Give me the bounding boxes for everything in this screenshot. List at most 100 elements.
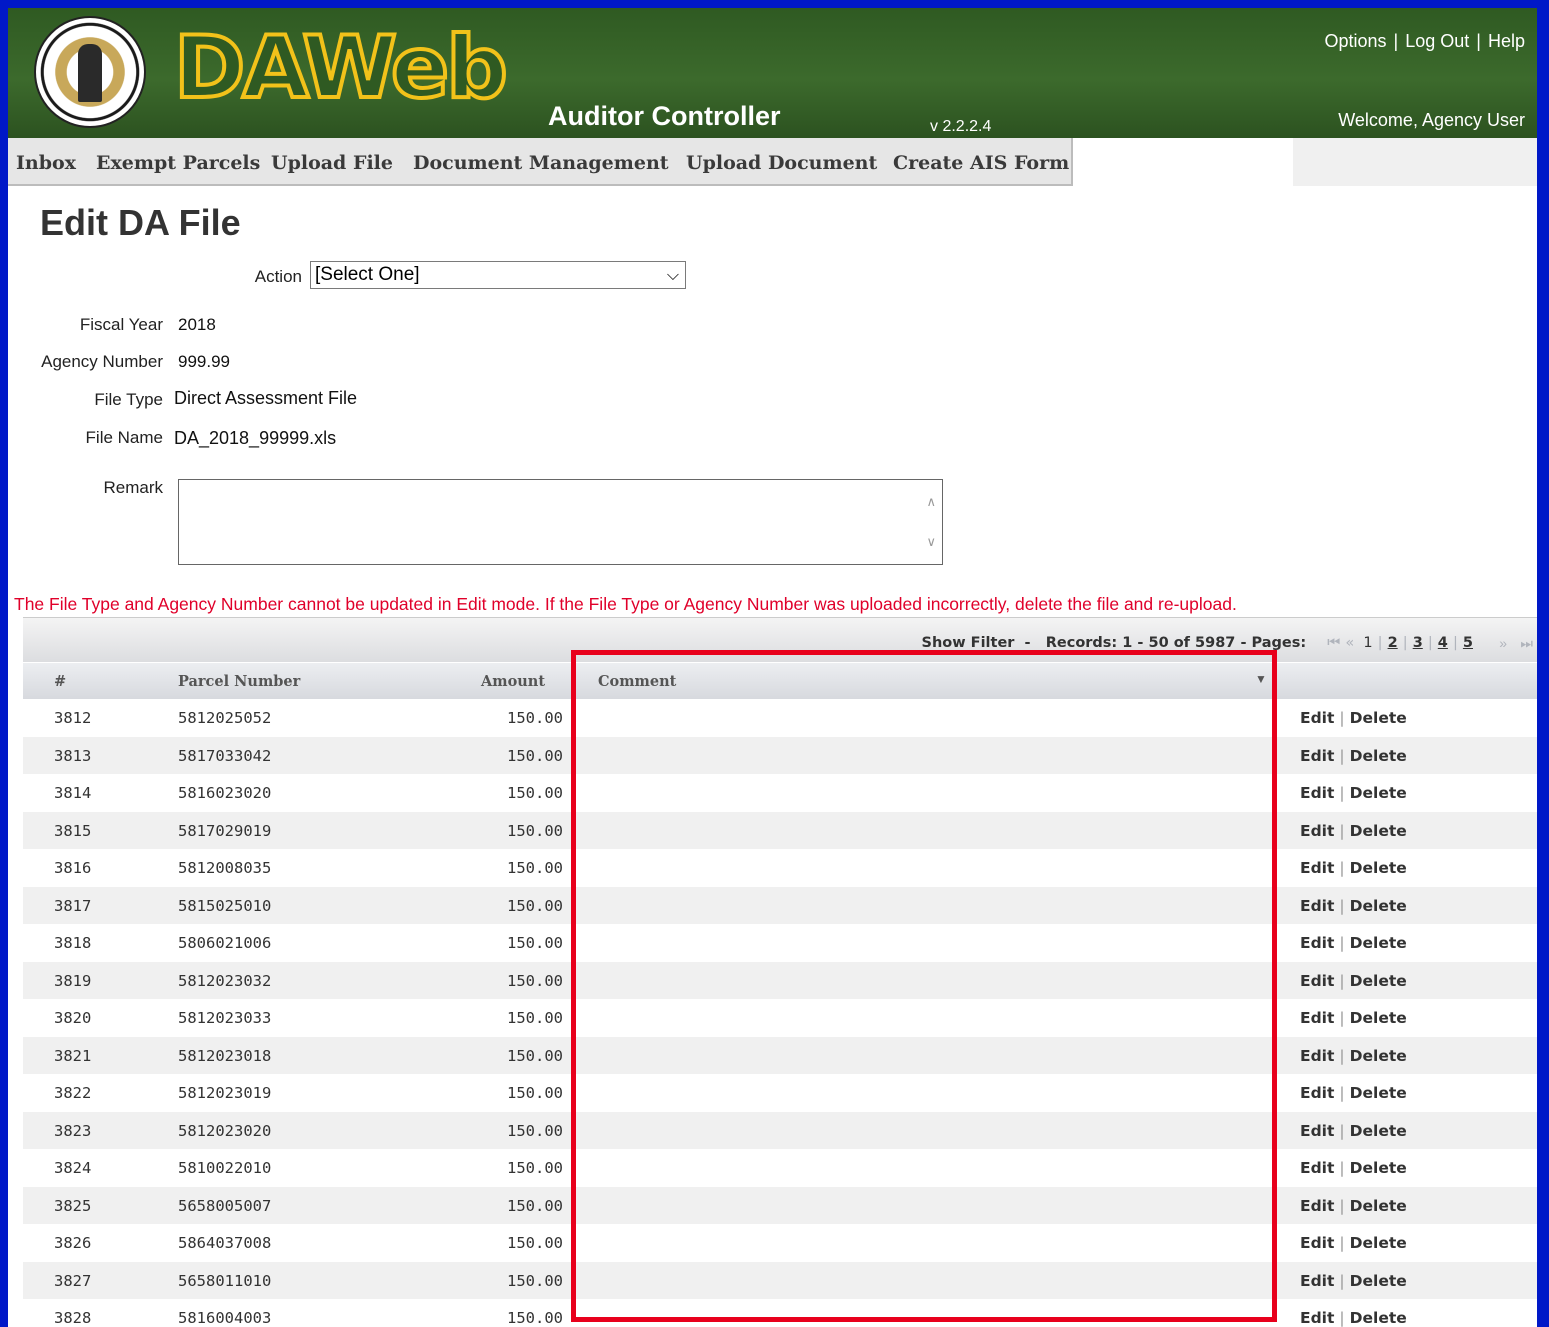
delete-link[interactable]: Delete	[1350, 934, 1407, 952]
link-separator: |	[1476, 31, 1481, 51]
row-number: 3827	[54, 1271, 92, 1290]
edit-link[interactable]: Edit	[1300, 784, 1334, 802]
row-actions: Edit | Delete	[1300, 1122, 1407, 1140]
amount: 150.00	[507, 1159, 563, 1177]
table-row: 3827 5658011010 150.00 Edit | Delete	[23, 1261, 1537, 1299]
edit-link[interactable]: Edit	[1300, 747, 1334, 765]
delete-link[interactable]: Delete	[1350, 972, 1407, 990]
action-separator: |	[1339, 1234, 1345, 1252]
edit-link[interactable]: Edit	[1300, 972, 1334, 990]
table-row: 3825 5658005007 150.00 Edit | Delete	[23, 1186, 1537, 1224]
row-number: 3815	[54, 821, 92, 840]
column-header-parcel-number[interactable]: Parcel Number	[178, 673, 300, 690]
page-5-link[interactable]: 5	[1463, 635, 1473, 651]
nav-document-management[interactable]: Document Management	[413, 152, 669, 174]
delete-link[interactable]: Delete	[1350, 1009, 1407, 1027]
pager-separator: -	[1240, 635, 1252, 651]
help-link[interactable]: Help	[1488, 31, 1525, 51]
parcel-number: 5817033042	[178, 746, 272, 765]
edit-link[interactable]: Edit	[1300, 1009, 1334, 1027]
edit-link[interactable]: Edit	[1300, 859, 1334, 877]
nav-create-ais-form[interactable]: Create AIS Form	[893, 152, 1069, 174]
edit-link[interactable]: Edit	[1300, 1234, 1334, 1252]
app-window: DAWeb Auditor Controller v 2.2.2.4 Optio…	[8, 8, 1537, 1327]
parcel-number: 5658005007	[178, 1196, 272, 1215]
prev-page-icon[interactable]: «	[1345, 635, 1354, 651]
scroll-down-icon[interactable]: ∨	[926, 534, 936, 550]
edit-link[interactable]: Edit	[1300, 1047, 1334, 1065]
page-2-link[interactable]: 2	[1388, 635, 1398, 651]
edit-link[interactable]: Edit	[1300, 709, 1334, 727]
filter-dropdown-icon[interactable]: ▼	[1255, 672, 1267, 686]
amount: 150.00	[507, 1196, 563, 1215]
delete-link[interactable]: Delete	[1350, 1159, 1407, 1177]
table-row: 3819 5812023032 150.00 Edit | Delete	[23, 961, 1537, 999]
row-actions: Edit | Delete	[1300, 1234, 1407, 1252]
column-header-comment[interactable]: Comment	[598, 673, 676, 690]
link-separator: |	[1393, 31, 1399, 51]
row-actions: Edit | Delete	[1300, 1159, 1407, 1177]
records-count: Records: 1 - 50 of 5987	[1045, 635, 1236, 651]
nav-exempt-parcels[interactable]: Exempt Parcels	[96, 152, 260, 174]
delete-link[interactable]: Delete	[1350, 859, 1407, 877]
delete-link[interactable]: Delete	[1350, 822, 1407, 840]
parcel-number: 5812025052	[178, 709, 272, 727]
column-header-number[interactable]: #	[54, 673, 66, 690]
parcel-number: 5812023018	[178, 1046, 272, 1065]
row-actions: Edit | Delete	[1300, 1309, 1407, 1327]
edit-link[interactable]: Edit	[1300, 1122, 1334, 1140]
scroll-up-icon[interactable]: ∧	[926, 494, 936, 510]
action-separator: |	[1339, 1271, 1345, 1290]
last-page-icon[interactable]: ⏭	[1520, 635, 1533, 652]
fiscal-year-label: Fiscal Year	[79, 315, 163, 334]
delete-link[interactable]: Delete	[1350, 1122, 1407, 1140]
action-separator: |	[1339, 1009, 1345, 1027]
table-row: 3817 5815025010 150.00 Edit | Delete	[23, 886, 1537, 924]
logout-link[interactable]: Log Out	[1405, 31, 1469, 51]
edit-link[interactable]: Edit	[1300, 1197, 1334, 1215]
column-header-amount[interactable]: Amount	[481, 673, 545, 690]
nav-inbox[interactable]: Inbox	[16, 152, 76, 174]
app-name: Auditor Controller	[548, 101, 781, 131]
delete-link[interactable]: Delete	[1350, 1084, 1407, 1102]
delete-link[interactable]: Delete	[1350, 747, 1407, 765]
delete-link[interactable]: Delete	[1350, 1197, 1407, 1215]
nav-upload-document[interactable]: Upload Document	[686, 152, 877, 174]
action-separator: |	[1339, 1084, 1345, 1102]
delete-link[interactable]: Delete	[1350, 1047, 1407, 1065]
edit-link[interactable]: Edit	[1300, 1309, 1334, 1327]
table-row: 3812 5812025052 150.00 Edit | Delete	[23, 699, 1537, 737]
page-3-link[interactable]: 3	[1413, 635, 1423, 651]
parcel-number: 5816023020	[178, 784, 272, 802]
delete-link[interactable]: Delete	[1350, 784, 1407, 802]
next-page-icon[interactable]: »	[1499, 635, 1507, 651]
page-4-link[interactable]: 4	[1438, 635, 1448, 651]
edit-link[interactable]: Edit	[1300, 1159, 1334, 1177]
action-separator: |	[1339, 784, 1345, 802]
delete-link[interactable]: Delete	[1350, 1272, 1407, 1290]
options-link[interactable]: Options	[1325, 31, 1387, 51]
amount: 150.00	[507, 821, 563, 840]
welcome-text: Welcome, Agency User	[1338, 110, 1525, 130]
edit-link[interactable]: Edit	[1300, 1272, 1334, 1290]
delete-link[interactable]: Delete	[1350, 1309, 1407, 1327]
file-type-value: Direct Assessment File	[174, 388, 358, 408]
action-dropdown[interactable]: [Select One] ⌵	[310, 261, 686, 289]
edit-link[interactable]: Edit	[1300, 934, 1334, 952]
amount: 150.00	[507, 709, 563, 727]
action-separator: |	[1339, 1196, 1345, 1215]
warning-message: The File Type and Agency Number cannot b…	[14, 594, 1237, 614]
edit-link[interactable]: Edit	[1300, 1084, 1334, 1102]
row-number: 3818	[54, 934, 92, 952]
main-nav: Inbox Exempt Parcels Upload File Documen…	[8, 138, 1073, 186]
edit-link[interactable]: Edit	[1300, 822, 1334, 840]
nav-upload-file[interactable]: Upload File	[271, 152, 393, 174]
row-number: 3822	[54, 1084, 92, 1102]
show-filter-link[interactable]: Show Filter	[922, 635, 1015, 651]
first-page-icon[interactable]: ⏮	[1327, 635, 1340, 651]
remark-textarea[interactable]: ∧ ∨	[178, 479, 943, 565]
delete-link[interactable]: Delete	[1350, 1234, 1407, 1252]
delete-link[interactable]: Delete	[1350, 897, 1407, 915]
edit-link[interactable]: Edit	[1300, 897, 1334, 915]
delete-link[interactable]: Delete	[1350, 709, 1407, 727]
